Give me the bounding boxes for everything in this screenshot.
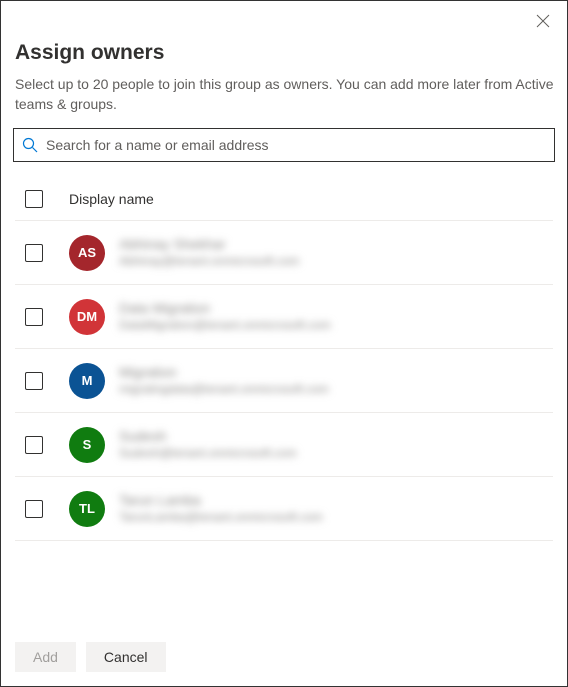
close-icon — [536, 14, 550, 28]
select-all-checkbox[interactable] — [25, 190, 43, 208]
avatar: TL — [69, 491, 105, 527]
cancel-button[interactable]: Cancel — [86, 642, 166, 672]
user-display-name: Tarun Lamba — [119, 493, 259, 508]
user-display-name: Abhinay Shekhar — [119, 237, 259, 252]
avatar: S — [69, 427, 105, 463]
row-checkbox[interactable] — [25, 436, 43, 454]
user-email: migratingdata@tenant.onmicrosoft.com — [119, 383, 379, 396]
row-checkbox[interactable] — [25, 500, 43, 518]
dialog-footer: Add Cancel — [15, 642, 166, 672]
row-checkbox[interactable] — [25, 244, 43, 262]
list-header: Display name — [15, 180, 553, 221]
row-checkbox[interactable] — [25, 372, 43, 390]
user-email: Sudesh@tenant.onmicrosoft.com — [119, 447, 379, 460]
list-item[interactable]: AS Abhinay Shekhar Abhinay@tenant.onmicr… — [15, 221, 553, 285]
close-button[interactable] — [531, 9, 555, 33]
page-title: Assign owners — [13, 41, 555, 65]
user-display-name: Sudesh — [119, 429, 259, 444]
page-subtitle: Select up to 20 people to join this grou… — [13, 75, 555, 114]
user-email: DataMigration@tenant.onmicrosoft.com — [119, 319, 379, 332]
row-checkbox[interactable] — [25, 308, 43, 326]
list-item[interactable]: M Migration migratingdata@tenant.onmicro… — [15, 349, 553, 413]
search-box[interactable] — [13, 128, 555, 162]
list-item[interactable]: DM Data Migration DataMigration@tenant.o… — [15, 285, 553, 349]
add-button[interactable]: Add — [15, 642, 76, 672]
user-display-name: Migration — [119, 365, 259, 380]
user-email: TarunLamba@tenant.onmicrosoft.com — [119, 511, 379, 524]
search-icon — [22, 137, 38, 153]
user-list: Display name AS Abhinay Shekhar Abhinay@… — [15, 180, 553, 541]
column-header-displayname[interactable]: Display name — [69, 191, 154, 207]
list-item[interactable]: TL Tarun Lamba TarunLamba@tenant.onmicro… — [15, 477, 553, 541]
avatar: DM — [69, 299, 105, 335]
avatar: M — [69, 363, 105, 399]
list-item[interactable]: S Sudesh Sudesh@tenant.onmicrosoft.com — [15, 413, 553, 477]
user-display-name: Data Migration — [119, 301, 259, 316]
avatar: AS — [69, 235, 105, 271]
user-email: Abhinay@tenant.onmicrosoft.com — [119, 255, 379, 268]
search-input[interactable] — [46, 137, 546, 153]
